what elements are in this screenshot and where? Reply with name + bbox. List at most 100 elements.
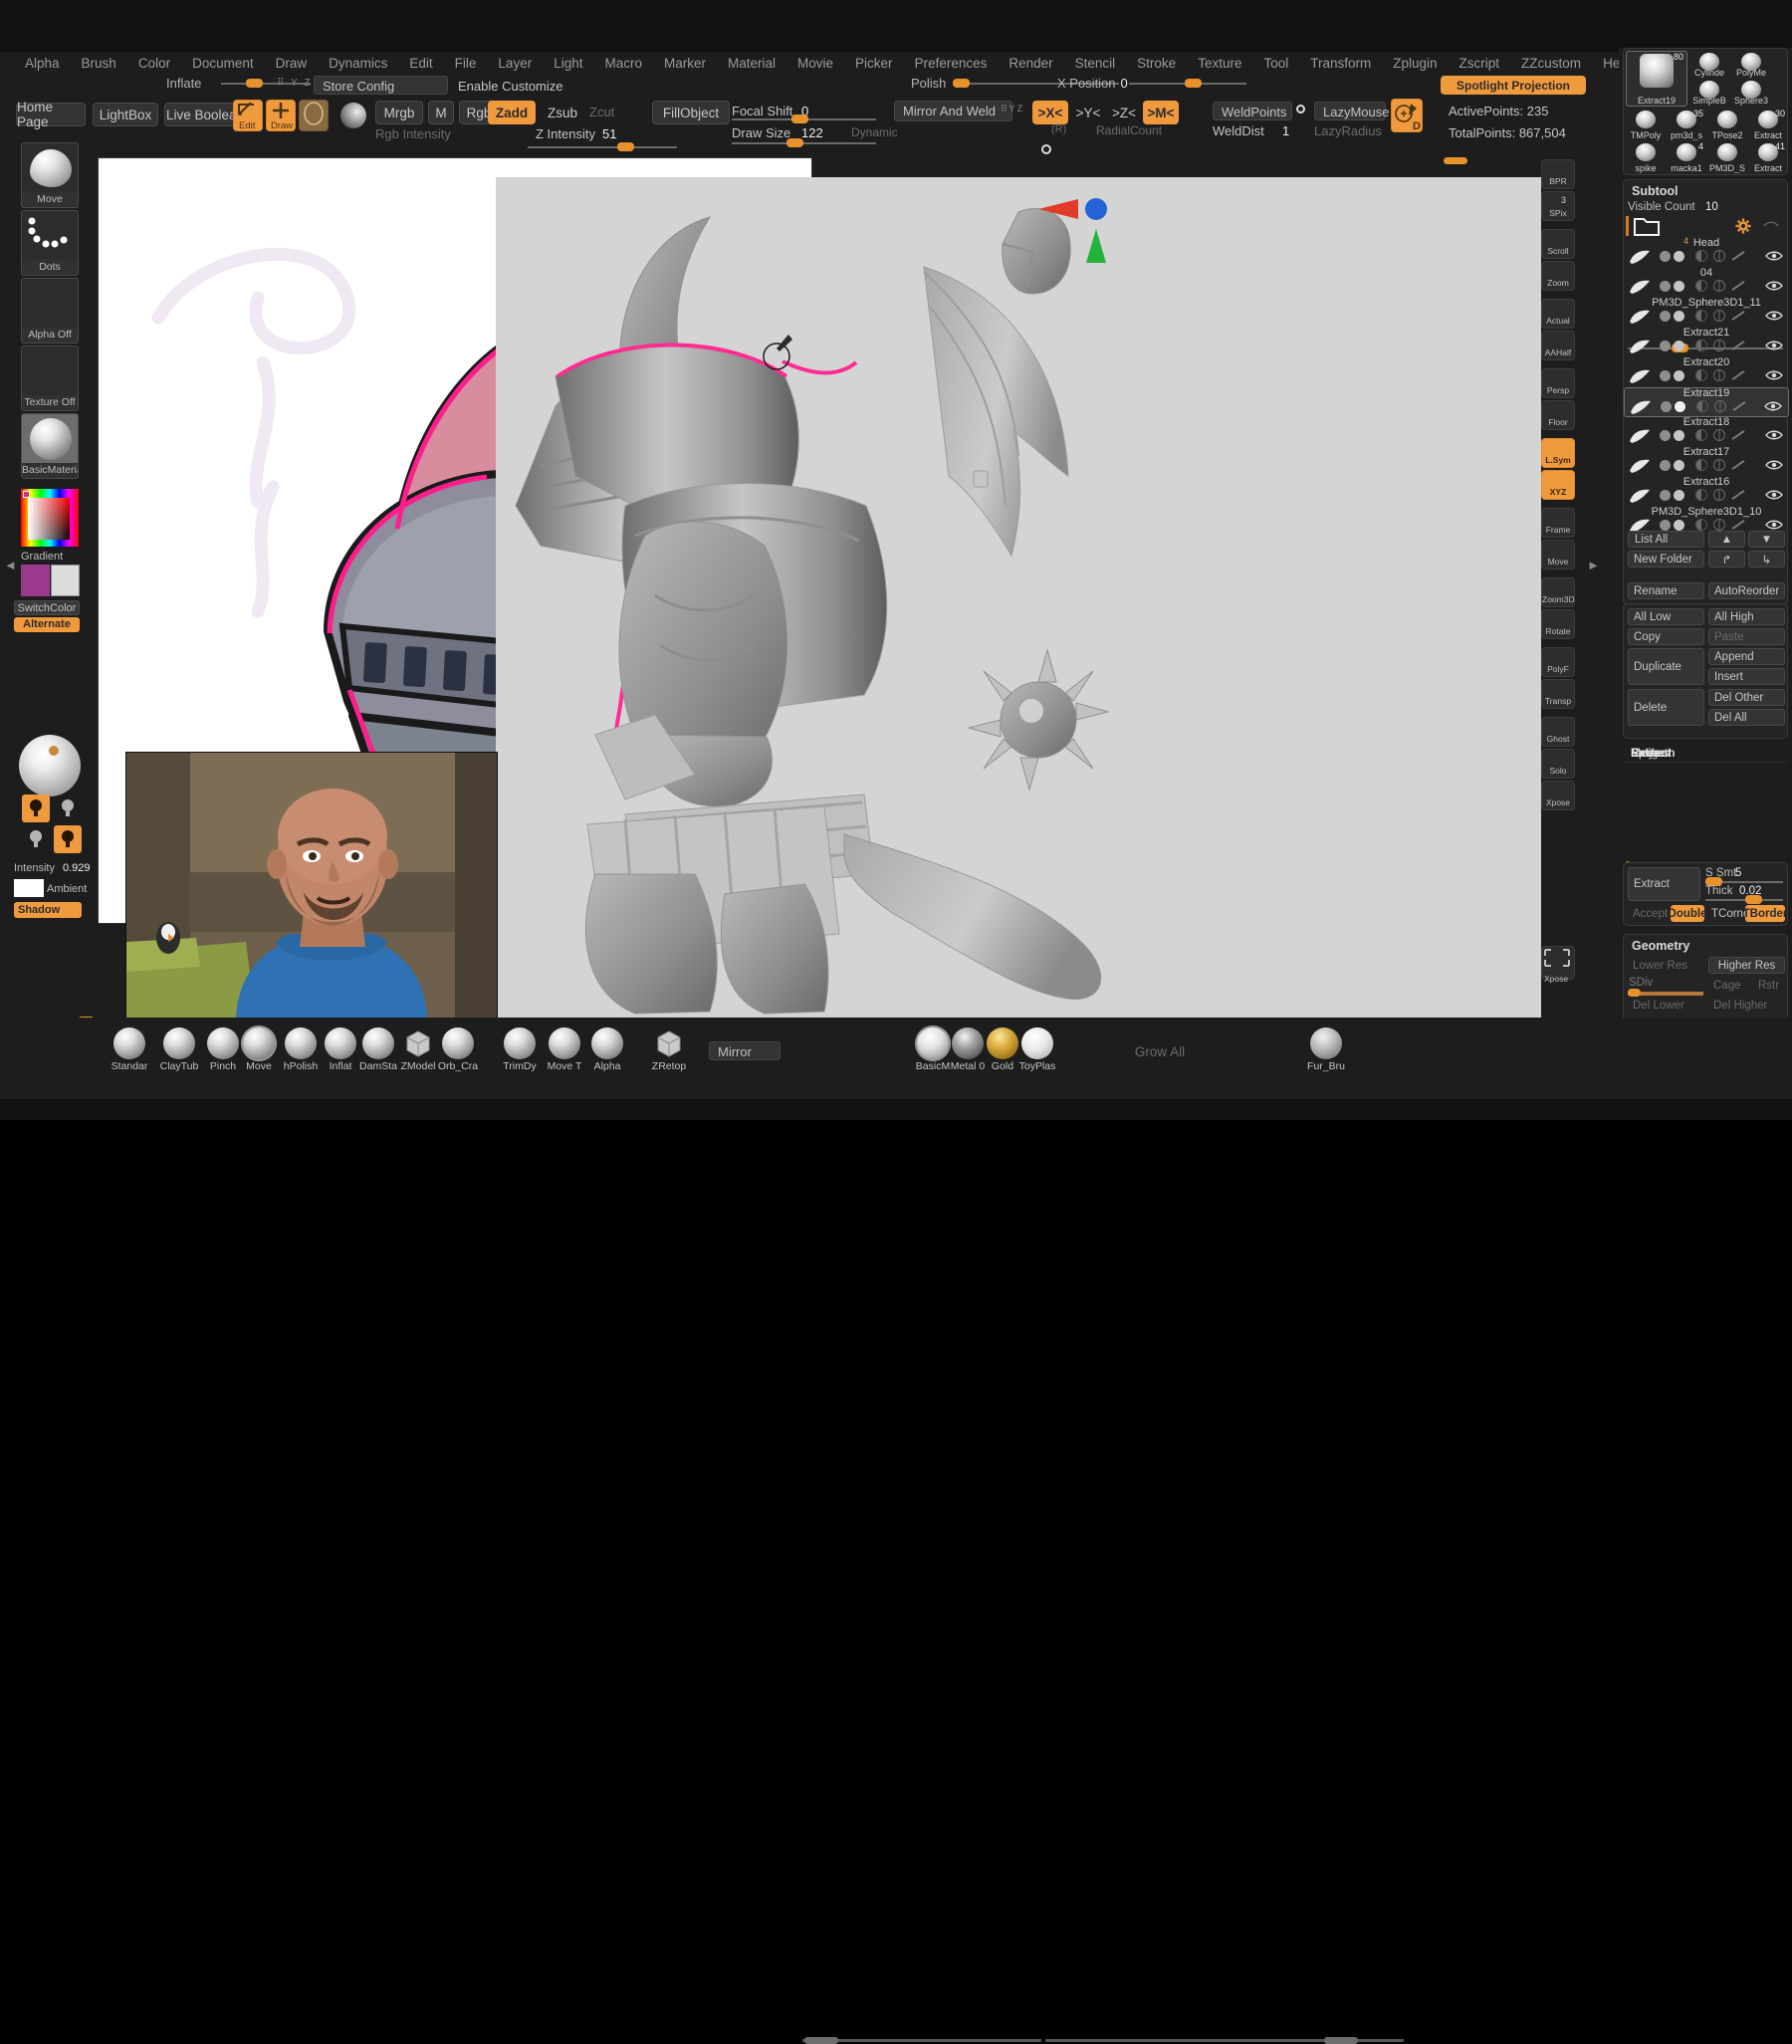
light-slot-2[interactable] [54, 795, 82, 822]
tool-thumb-tmpoly[interactable]: TMPoly [1626, 109, 1666, 140]
lazy-radius-label[interactable]: LazyRadius [1314, 123, 1382, 138]
enable-customize-label[interactable]: Enable Customize [458, 79, 563, 94]
primary-color-swatch[interactable] [21, 565, 50, 596]
alternate-button[interactable]: Alternate [14, 617, 80, 632]
viewport-button-scroll[interactable]: Scroll [1541, 229, 1575, 259]
tborder-button[interactable]: TBorder [1743, 905, 1787, 922]
tool-thumb-extract19[interactable]: 80 Extract19 [1626, 51, 1687, 107]
m-button[interactable]: M [428, 101, 454, 124]
draw-size-track[interactable] [732, 142, 876, 144]
move-mode-button[interactable] [299, 100, 329, 131]
focal-shift-knob[interactable] [791, 114, 808, 123]
bottom-scroll-knob-right[interactable] [1324, 2037, 1358, 2044]
color-picker[interactable] [21, 489, 79, 547]
subtool-row-head[interactable]: Head 4 [1624, 236, 1789, 268]
viewport-button-frame[interactable]: Frame [1541, 508, 1575, 538]
subtool-visibility-dots[interactable] [1660, 370, 1684, 381]
bottom-scroll-track-left[interactable] [802, 2039, 1041, 2042]
append-button[interactable]: Append [1708, 648, 1785, 665]
subtool-eye-icon[interactable] [1765, 369, 1783, 384]
lazy-mouse-button[interactable]: LazyMouse [1314, 102, 1389, 120]
secondary-color-swatch[interactable] [51, 565, 80, 596]
lightbox-button[interactable]: LightBox [93, 103, 158, 126]
menu-item-movie[interactable]: Movie [786, 54, 844, 73]
current-texture-swatch[interactable]: Texture Off [21, 345, 79, 411]
right-panel-collapse-arrow[interactable]: ► [1587, 558, 1600, 572]
subtool-toggle-icons[interactable] [1695, 250, 1745, 262]
move-out-button[interactable]: ↱ [1708, 551, 1745, 568]
viewport-button-zoom3d[interactable]: Zoom3D [1541, 577, 1575, 607]
viewport-button-aahalf[interactable]: AAHalf [1541, 331, 1575, 360]
store-config-field[interactable]: Store Config [314, 76, 448, 95]
tool-thumb-spike[interactable]: spike [1626, 141, 1666, 173]
menu-item-alpha[interactable]: Alpha [14, 54, 71, 73]
subtool-row-extract21[interactable]: Extract21 [1624, 327, 1789, 357]
subtool-visibility-dots[interactable] [1660, 520, 1684, 531]
tool-thumb-sphere3[interactable]: Sphere3 [1731, 79, 1771, 106]
ambient-color-swatch[interactable] [14, 879, 44, 897]
menu-item-picker[interactable]: Picker [844, 54, 904, 73]
axis-y-button[interactable]: >Y< [1071, 101, 1105, 124]
menu-item-stroke[interactable]: Stroke [1126, 54, 1187, 73]
menu-item-zplugin[interactable]: Zplugin [1382, 54, 1448, 73]
axis-z-button[interactable]: >Z< [1107, 101, 1141, 124]
polish-radio-icon[interactable] [1041, 144, 1051, 154]
all-low-button[interactable]: All Low [1628, 608, 1704, 625]
z-intensity-knob[interactable] [617, 142, 634, 151]
del-higher-button[interactable]: Del Higher [1708, 997, 1785, 1014]
sculpt-viewport[interactable] [496, 177, 1541, 1020]
viewport-button-ghost[interactable]: Ghost [1541, 717, 1575, 747]
menu-item-light[interactable]: Light [543, 54, 593, 73]
light-slot-1[interactable] [22, 795, 50, 822]
light-preview-sphere[interactable] [19, 735, 81, 796]
subtool-visibility-dots[interactable] [1660, 281, 1684, 292]
subtool-visibility-dots[interactable] [1660, 490, 1684, 501]
light-slot-4[interactable] [54, 825, 82, 853]
subtool-visibility-dots[interactable] [1661, 401, 1685, 412]
tool-thumb-pm3d-s[interactable]: 35 pm3d_s [1667, 109, 1706, 140]
rename-button[interactable]: Rename [1628, 582, 1704, 599]
switch-color-button[interactable]: SwitchColor [14, 600, 80, 615]
delete-button[interactable]: Delete [1628, 689, 1704, 726]
subtool-eye-icon[interactable] [1765, 280, 1783, 295]
menu-item-document[interactable]: Document [181, 54, 265, 73]
radial-count-label[interactable]: RadialCount [1096, 123, 1162, 137]
weld-points-button[interactable]: WeldPoints [1213, 102, 1292, 120]
move-up-button[interactable]: ▲ [1708, 531, 1745, 548]
lower-res-button[interactable]: Lower Res [1628, 957, 1704, 974]
mrgb-button[interactable]: Mrgb [375, 101, 423, 124]
subtool-toggle-icons[interactable] [1695, 459, 1745, 471]
subtool-row-extract19[interactable]: Extract19 [1624, 387, 1789, 417]
weld-points-radio-icon[interactable] [1296, 105, 1305, 114]
light-slot-3[interactable] [22, 825, 50, 853]
x-position-slider[interactable]: X Position 0 [1057, 74, 1246, 92]
insert-button[interactable]: Insert [1708, 668, 1785, 685]
viewport-button-l.sym[interactable]: L.Sym [1541, 438, 1575, 468]
menu-item-tool[interactable]: Tool [1252, 54, 1299, 73]
zadd-button[interactable]: Zadd [488, 101, 536, 124]
zsub-button[interactable]: Zsub [540, 101, 585, 124]
menu-item-macro[interactable]: Macro [593, 54, 653, 73]
inflate-axis-toggles[interactable]: ⠿ Y Z [277, 78, 312, 89]
geometry-title[interactable]: Geometry [1632, 939, 1689, 953]
left-panel-collapse-arrow[interactable]: ◄ [4, 558, 17, 572]
rstr-button[interactable]: Rstr [1753, 977, 1785, 994]
subtool-eye-icon[interactable] [1764, 400, 1782, 415]
thick-track[interactable] [1705, 899, 1783, 901]
viewport-button-move[interactable]: Move [1541, 540, 1575, 569]
rgb-intensity-label[interactable]: Rgb Intensity [375, 126, 451, 141]
menu-item-material[interactable]: Material [717, 54, 786, 73]
viewport-button-xpose[interactable]: Xpose [1541, 781, 1575, 810]
dynamic-toggle[interactable]: Dynamic [851, 125, 898, 139]
subtool-toggle-icons[interactable] [1696, 400, 1746, 412]
menu-item-brush[interactable]: Brush [71, 54, 127, 73]
extract-button[interactable]: Extract [1628, 867, 1700, 901]
del-other-button[interactable]: Del Other [1708, 689, 1785, 706]
subtool-folder-row[interactable] [1624, 212, 1789, 240]
current-brush-swatch[interactable]: Move [21, 142, 79, 208]
copy-button[interactable]: Copy [1628, 628, 1704, 645]
subtool-title[interactable]: Subtool [1632, 184, 1679, 198]
axis-x-button[interactable]: >X< [1032, 101, 1068, 124]
menu-item-zzcustom[interactable]: ZZcustom [1510, 54, 1592, 73]
viewport-button-spix[interactable]: SPix [1541, 191, 1575, 221]
